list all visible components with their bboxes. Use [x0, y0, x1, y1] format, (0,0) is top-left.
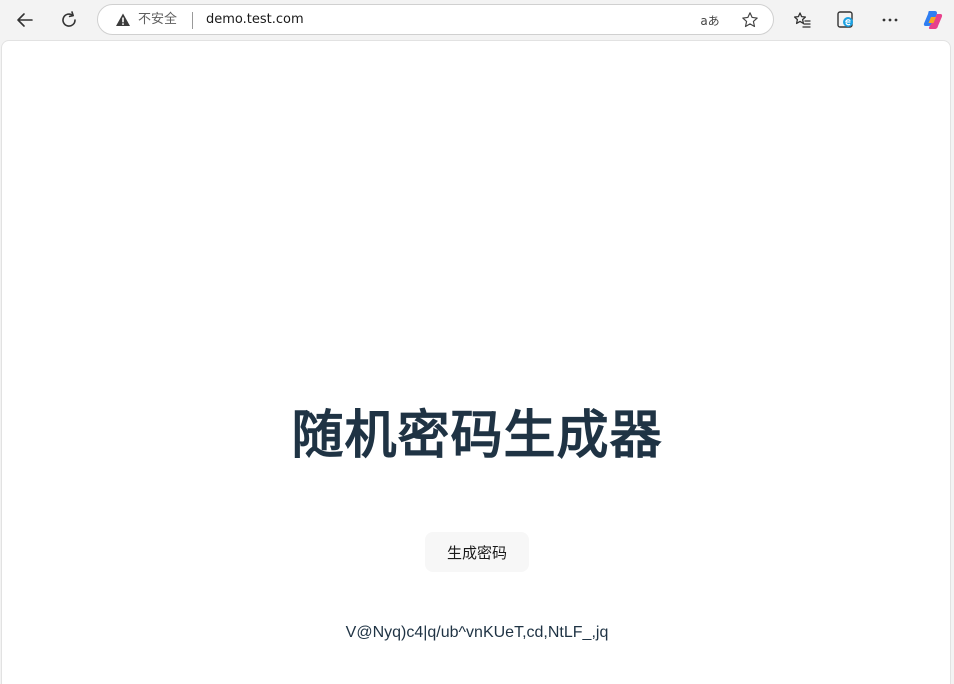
more-button[interactable]: [874, 4, 906, 36]
favorites-button[interactable]: [786, 4, 818, 36]
page-viewport: 随机密码生成器 生成密码 V@Nyq)c4|q/ub^vnKUeT,cd,NtL…: [1, 40, 951, 684]
refresh-icon: [59, 10, 79, 30]
warning-icon[interactable]: [115, 12, 131, 32]
page-title: 随机密码生成器: [291, 406, 663, 466]
star-icon[interactable]: [738, 9, 762, 31]
browser-toolbar: 不安全 demo.test.com aあ: [0, 0, 954, 40]
address-bar[interactable]: 不安全 demo.test.com aあ: [97, 4, 774, 35]
favorites-list-icon: [792, 10, 812, 30]
collections-button[interactable]: [830, 4, 862, 36]
read-aloud-icon[interactable]: aあ: [698, 9, 722, 31]
copilot-icon: [922, 9, 944, 31]
address-divider: [192, 12, 193, 29]
back-button[interactable]: [9, 4, 41, 36]
security-status-label[interactable]: 不安全: [138, 12, 177, 28]
generated-password-text: V@Nyq)c4|q/ub^vnKUeT,cd,NtLF_,jq: [345, 624, 609, 641]
copilot-button[interactable]: [917, 4, 949, 36]
generate-password-button[interactable]: 生成密码: [425, 532, 529, 572]
edge-collections-icon: [836, 10, 856, 30]
refresh-button[interactable]: [53, 4, 85, 36]
url-text[interactable]: demo.test.com: [206, 12, 304, 28]
more-dots-icon: [880, 10, 900, 30]
back-arrow-icon: [15, 10, 35, 30]
